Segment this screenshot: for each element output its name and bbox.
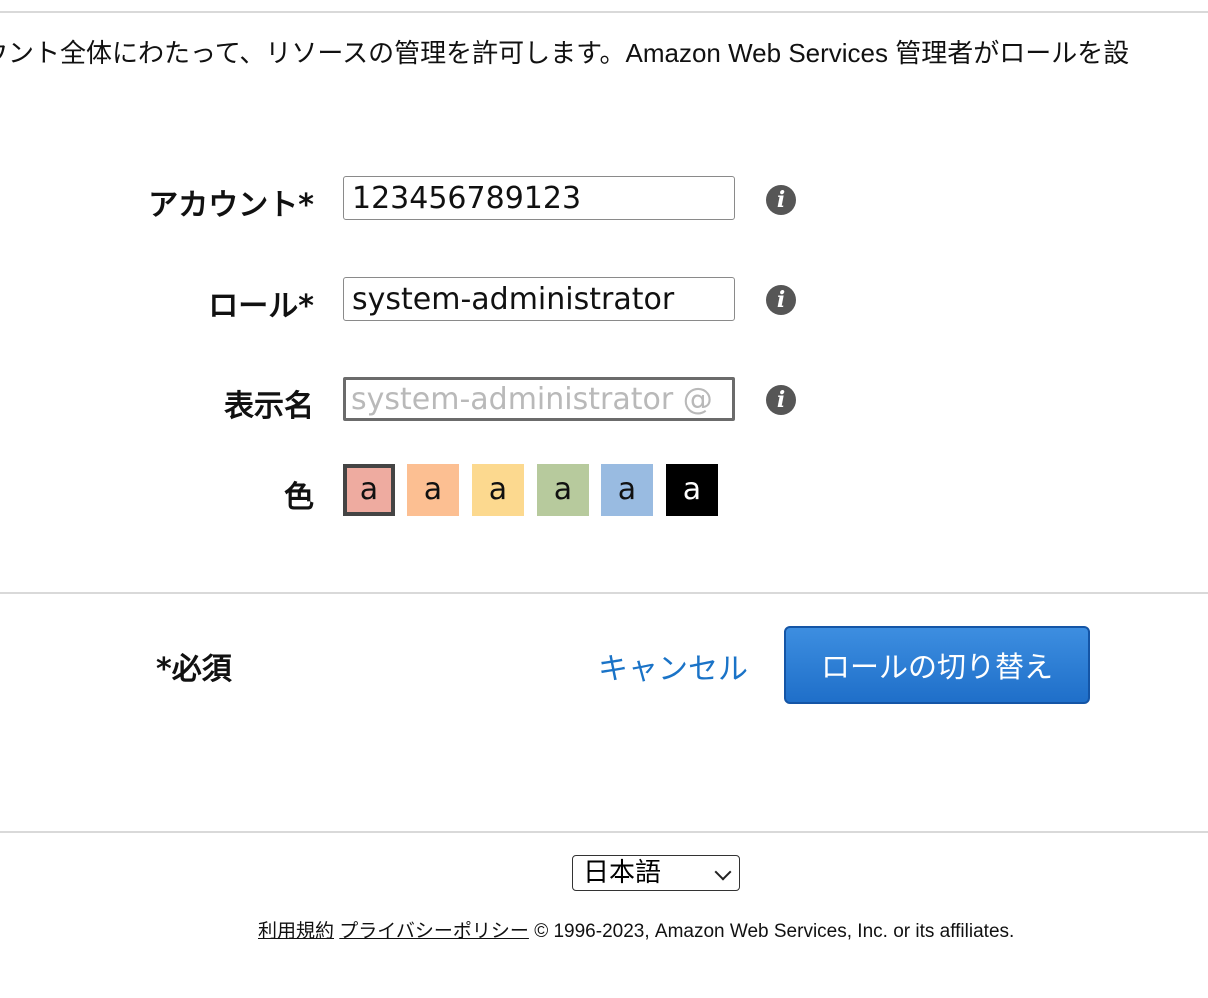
display-name-label: 表示名 bbox=[224, 389, 314, 424]
language-select[interactable]: 日本語 bbox=[572, 855, 740, 891]
switch-role-button[interactable]: ロールの切り替え bbox=[784, 626, 1090, 704]
language-value: 日本語 bbox=[583, 858, 662, 888]
form-divider bbox=[0, 592, 1208, 594]
color-swatch[interactable]: a bbox=[407, 464, 459, 516]
role-label: ロール* bbox=[208, 289, 314, 324]
footer-text: 利用規約 プライバシーポリシー © 1996-2023, Amazon Web … bbox=[258, 918, 1014, 946]
role-input[interactable] bbox=[343, 277, 735, 321]
info-icon[interactable]: i bbox=[766, 385, 796, 415]
color-swatch[interactable]: a bbox=[666, 464, 718, 516]
cancel-link[interactable]: キャンセル bbox=[598, 644, 748, 688]
terms-link[interactable]: 利用規約 bbox=[258, 921, 334, 942]
account-input[interactable] bbox=[343, 176, 735, 220]
footer-divider bbox=[0, 831, 1208, 833]
color-label: 色 bbox=[284, 480, 314, 515]
copyright-text: © 1996-2023, Amazon Web Services, Inc. o… bbox=[534, 921, 1015, 942]
info-icon[interactable]: i bbox=[766, 185, 796, 215]
color-swatch[interactable]: a bbox=[472, 464, 524, 516]
color-swatch[interactable]: a bbox=[537, 464, 589, 516]
color-swatch[interactable]: a bbox=[343, 464, 395, 516]
required-note: *必須 bbox=[156, 652, 232, 687]
color-swatch[interactable]: a bbox=[601, 464, 653, 516]
display-name-input[interactable] bbox=[343, 377, 735, 421]
info-icon[interactable]: i bbox=[766, 285, 796, 315]
intro-text: ウント全体にわたって、リソースの管理を許可します。Amazon Web Serv… bbox=[0, 38, 1130, 68]
privacy-link[interactable]: プライバシーポリシー bbox=[339, 921, 529, 942]
top-divider bbox=[0, 11, 1208, 13]
switch-role-page: ウント全体にわたって、リソースの管理を許可します。Amazon Web Serv… bbox=[0, 0, 1208, 998]
account-label: アカウント* bbox=[148, 188, 314, 223]
chevron-down-icon bbox=[714, 863, 732, 881]
